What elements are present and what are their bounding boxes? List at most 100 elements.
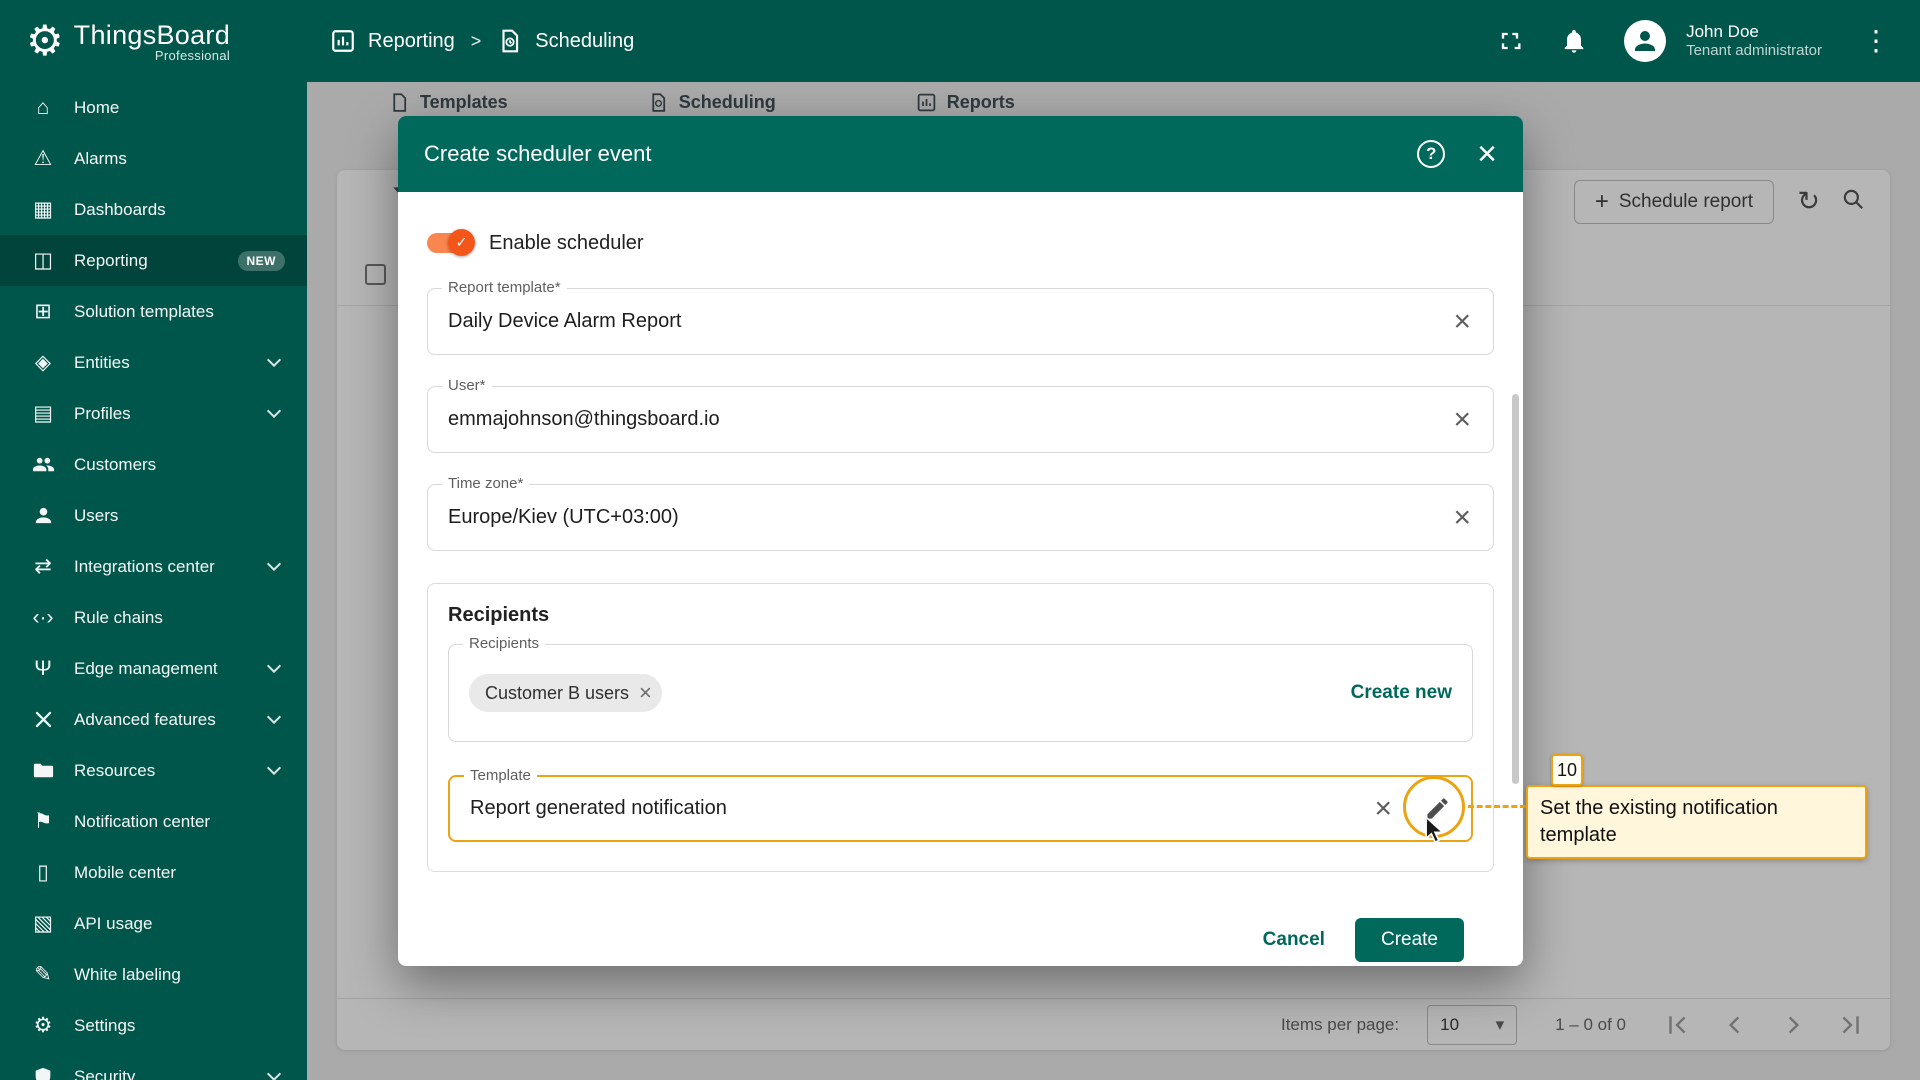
sidebar-item-entities[interactable]: ◈ Entities (0, 337, 307, 388)
kebab-menu-icon[interactable]: ⋮ (1858, 27, 1894, 55)
toggle-check-icon: ✓ (448, 229, 475, 256)
advanced-features-icon (28, 709, 58, 730)
sidebar-item-integrations-center[interactable]: ⇄ Integrations center (0, 541, 307, 592)
user-name: John Doe (1686, 22, 1759, 41)
profiles-icon: ▤ (33, 402, 53, 425)
sidebar-item-edge-management[interactable]: Ψ Edge management (0, 643, 307, 694)
sidebar-item-security[interactable]: Security (0, 1051, 307, 1080)
sidebar: ⌂ Home ⚠ Alarms ▦ Dashboards ◫ Reporting… (0, 82, 307, 1080)
edge-management-icon: Ψ (34, 656, 52, 680)
recipients-label: Recipients (463, 635, 546, 652)
annotation-step-badge: 10 (1551, 754, 1583, 786)
cancel-button[interactable]: Cancel (1263, 929, 1325, 951)
user-role: Tenant administrator (1686, 42, 1822, 60)
dialog-title: Create scheduler event (424, 141, 652, 166)
users-icon (28, 504, 58, 527)
sidebar-item-dashboards[interactable]: ▦ Dashboards (0, 184, 307, 235)
security-shield-icon (28, 1066, 58, 1080)
clear-icon[interactable]: × (1372, 793, 1394, 824)
timezone-label: Time zone* (442, 475, 530, 492)
user-field[interactable]: User* emmajohnson@thingsboard.io × (427, 377, 1494, 453)
breadcrumb-scheduling: Scheduling (535, 29, 635, 52)
dialog-footer: Cancel Create (427, 918, 1494, 962)
dialog-body: ✓ Enable scheduler Report template* Dail… (398, 228, 1523, 962)
chevron-down-icon (266, 1066, 282, 1080)
mobile-phone-icon: ▯ (37, 861, 49, 884)
home-icon: ⌂ (36, 95, 50, 119)
scheduling-icon (497, 28, 523, 54)
screen: ⚙ ThingsBoard Professional Reporting > S… (0, 0, 1920, 1080)
timezone-field[interactable]: Time zone* Europe/Kiev (UTC+03:00) × (427, 475, 1494, 551)
timezone-value: Europe/Kiev (UTC+03:00) (448, 506, 679, 528)
brand-name: ThingsBoard (73, 19, 231, 50)
chevron-down-icon (266, 709, 282, 725)
new-badge: NEW (237, 250, 285, 271)
template-label: Template (464, 767, 537, 784)
sidebar-item-notification-center[interactable]: ⚑ Notification center (0, 796, 307, 847)
dialog-header: Create scheduler event ? × (398, 116, 1523, 192)
create-scheduler-event-dialog: Create scheduler event ? × ✓ Enable sche… (398, 116, 1523, 966)
create-new-link[interactable]: Create new (1351, 682, 1452, 704)
create-button[interactable]: Create (1354, 918, 1464, 962)
fullscreen-icon[interactable] (1496, 27, 1524, 55)
chevron-down-icon (266, 556, 282, 572)
recipients-section: Recipients Recipients Customer B users ×… (427, 583, 1494, 872)
chevron-down-icon (266, 658, 282, 674)
enable-scheduler-label: Enable scheduler (489, 231, 644, 254)
integrations-icon: ⇄ (34, 555, 52, 578)
sidebar-item-white-labeling[interactable]: ✎ White labeling (0, 949, 307, 1000)
dialog-scrollbar[interactable] (1512, 394, 1519, 784)
api-usage-icon: ▧ (33, 912, 53, 935)
annotation-connector-line (1468, 805, 1526, 808)
sidebar-item-api-usage[interactable]: ▧ API usage (0, 898, 307, 949)
sidebar-item-profiles[interactable]: ▤ Profiles (0, 388, 307, 439)
resources-folder-icon (28, 759, 58, 782)
sidebar-item-mobile-center[interactable]: ▯ Mobile center (0, 847, 307, 898)
clear-icon[interactable]: × (1451, 306, 1473, 337)
thingsboard-logo-icon: ⚙ (26, 17, 64, 64)
recipients-field[interactable]: Recipients Customer B users × Create new (448, 635, 1473, 742)
sidebar-item-users[interactable]: Users (0, 490, 307, 541)
clear-icon[interactable]: × (1451, 404, 1473, 435)
chevron-down-icon (266, 403, 282, 419)
brand-subtitle: Professional (154, 47, 231, 63)
user-avatar[interactable] (1624, 20, 1667, 62)
reporting-icon: ◫ (33, 249, 53, 272)
report-template-label: Report template* (442, 279, 567, 296)
sidebar-item-solution-templates[interactable]: ⊞ Solution templates (0, 286, 307, 337)
report-template-field[interactable]: Report template* Daily Device Alarm Repo… (427, 279, 1494, 355)
user-value: emmajohnson@thingsboard.io (448, 408, 720, 430)
sidebar-item-customers[interactable]: Customers (0, 439, 307, 490)
reporting-icon (330, 28, 356, 54)
chevron-down-icon (266, 760, 282, 776)
sidebar-item-home[interactable]: ⌂ Home (0, 82, 307, 133)
notification-flag-icon: ⚑ (33, 810, 53, 833)
sidebar-item-alarms[interactable]: ⚠ Alarms (0, 133, 307, 184)
user-label: User* (442, 377, 492, 394)
sidebar-item-reporting[interactable]: ◫ Reporting NEW (0, 235, 307, 286)
sidebar-item-resources[interactable]: Resources (0, 745, 307, 796)
chip-remove-icon[interactable]: × (639, 682, 652, 704)
template-value: Report generated notification (470, 797, 727, 819)
help-icon[interactable]: ? (1417, 140, 1446, 168)
solution-templates-icon: ⊞ (34, 300, 52, 323)
chevron-down-icon (266, 352, 282, 368)
recipient-chip[interactable]: Customer B users × (469, 674, 662, 712)
cursor-pointer-icon (1424, 815, 1448, 849)
alarms-icon: ⚠ (33, 147, 53, 170)
sidebar-item-rule-chains[interactable]: ‹·› Rule chains (0, 592, 307, 643)
notification-template-field[interactable]: Template Report generated notification × (448, 767, 1473, 842)
app-header: ⚙ ThingsBoard Professional Reporting > S… (0, 0, 1920, 82)
clear-icon[interactable]: × (1451, 502, 1473, 533)
user-info: John Doe Tenant administrator (1686, 21, 1822, 61)
customers-icon (28, 453, 58, 476)
sidebar-item-advanced-features[interactable]: Advanced features (0, 694, 307, 745)
breadcrumb-reporting[interactable]: Reporting (368, 30, 455, 53)
enable-scheduler-toggle[interactable]: ✓ (427, 229, 475, 256)
close-icon[interactable]: × (1477, 137, 1497, 171)
white-labeling-icon: ✎ (34, 963, 52, 986)
thingsboard-logo[interactable]: ⚙ ThingsBoard Professional (26, 20, 230, 63)
sidebar-item-settings[interactable]: ⚙ Settings (0, 1000, 307, 1051)
dashboards-icon: ▦ (33, 198, 53, 221)
notifications-bell-icon[interactable] (1560, 27, 1588, 55)
